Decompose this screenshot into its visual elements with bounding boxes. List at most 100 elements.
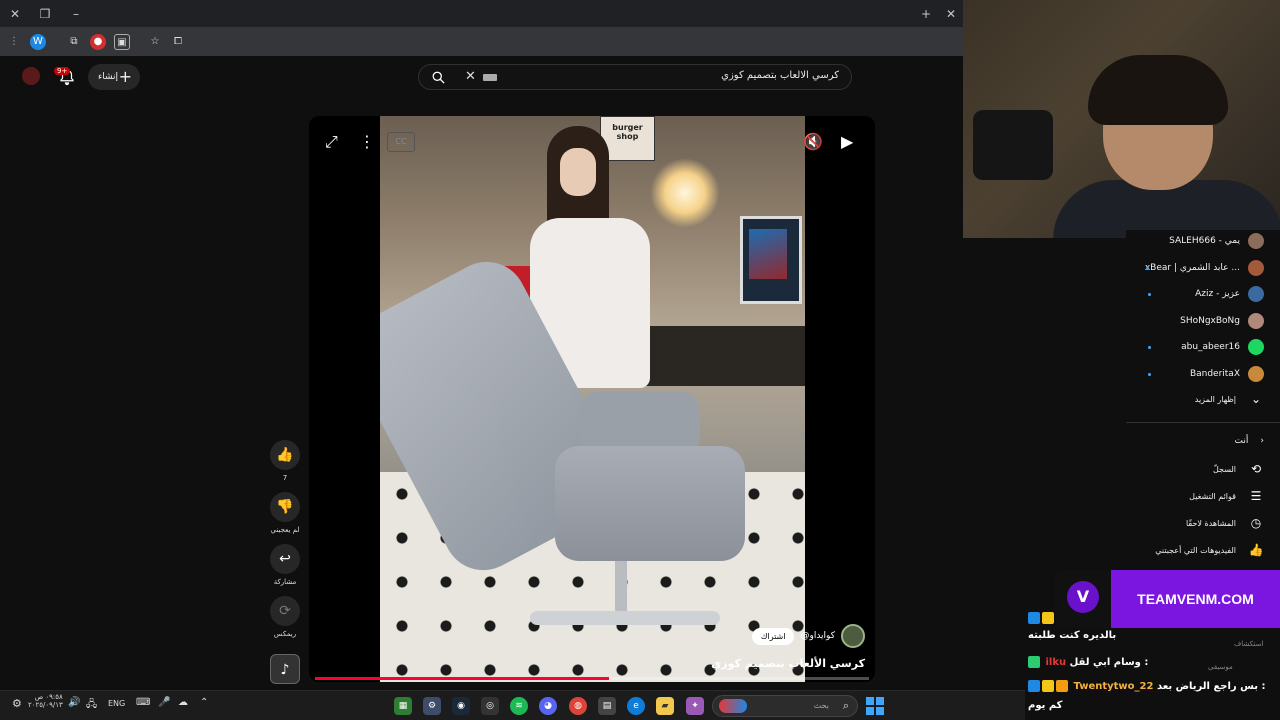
dislike-label: لم يعجبني bbox=[270, 526, 300, 534]
create-label: إنشاء bbox=[98, 72, 119, 82]
screenshot-extension-icon[interactable]: ▣ bbox=[114, 34, 130, 50]
subscription-avatar bbox=[1248, 259, 1264, 276]
store-icon[interactable]: ▤ bbox=[598, 697, 616, 715]
subscription-name: xBear | عابد الشمري ... bbox=[1144, 262, 1240, 273]
keyboard-icon[interactable]: ⌨ bbox=[136, 697, 150, 708]
steam-icon[interactable]: ◉ bbox=[452, 697, 470, 715]
you-section-header[interactable]: أنت › bbox=[1235, 436, 1264, 446]
play-icon[interactable]: ▶ bbox=[841, 132, 853, 151]
settings-gear-icon[interactable]: ⚙ bbox=[12, 697, 22, 710]
keyboard-icon[interactable] bbox=[483, 74, 497, 81]
sidebar-menu-item[interactable]: السجلّ ⟲ bbox=[1213, 462, 1264, 476]
taskbar-search-placeholder: بحث bbox=[813, 701, 829, 710]
remix-icon[interactable]: ⟳ bbox=[270, 596, 300, 626]
bookmark-star-icon[interactable]: ☆ bbox=[147, 34, 163, 50]
search-bar[interactable]: ✕ كرسي الالعاب بتصميم كوزي bbox=[418, 64, 852, 90]
close-window-icon[interactable]: ✕ bbox=[5, 4, 25, 24]
channel-avatar[interactable] bbox=[841, 624, 865, 648]
search-icon: ⌕ bbox=[842, 699, 849, 712]
sidebar-menu-item[interactable]: المشاهدة لاحقًا ◷ bbox=[1186, 516, 1264, 530]
record-extension-icon[interactable]: ● bbox=[90, 34, 106, 50]
minecraft-icon[interactable]: ▦ bbox=[394, 697, 412, 715]
sidebar-subscription[interactable]: SALEH666 - يمي bbox=[1169, 231, 1264, 251]
show-more-item[interactable]: إظهار المزيد ⌄ bbox=[1195, 392, 1264, 406]
sound-action[interactable]: ♪ bbox=[268, 654, 302, 684]
cloud-icon[interactable]: ☁ bbox=[178, 697, 188, 708]
file-explorer-icon[interactable]: ▰ bbox=[656, 697, 674, 715]
sidebar-menu-item[interactable]: قوائم التشغيل ☰ bbox=[1189, 489, 1264, 503]
video-title[interactable]: كرسي الألعاب بتصميم كوزي bbox=[711, 657, 865, 670]
channel-name[interactable]: @كوايداو bbox=[800, 631, 835, 641]
clear-search-icon[interactable]: ✕ bbox=[465, 69, 476, 84]
extensions-icon[interactable]: ⧉ bbox=[66, 34, 82, 50]
menu-item-icon: ⟲ bbox=[1250, 462, 1262, 476]
lamp-glow bbox=[650, 158, 720, 228]
captions-icon[interactable]: CC bbox=[387, 132, 415, 152]
search-icon[interactable] bbox=[431, 70, 446, 85]
badge-icon bbox=[1028, 656, 1040, 668]
browser-titlebar: ✕ ❐ – + ✕ bbox=[0, 0, 963, 27]
video-frame[interactable]: burger shop bbox=[380, 116, 805, 682]
dislike-action[interactable]: 👎 لم يعجبني bbox=[268, 492, 302, 534]
account-avatar[interactable] bbox=[22, 67, 40, 85]
mute-icon[interactable]: 🔇 bbox=[803, 132, 823, 151]
shorts-player[interactable]: burger shop ⤢ ⋮ CC 🔇 ▶ @كوايداو اشتراك ك… bbox=[309, 116, 875, 682]
minimize-window-icon[interactable]: – bbox=[66, 4, 86, 24]
clock[interactable]: ٠٩:٥٨ ص ٢٠٢٥/٠٩/١٣ bbox=[28, 693, 63, 709]
tray-chevron-icon[interactable]: ⌃ bbox=[200, 697, 208, 708]
w-extension-icon[interactable]: W bbox=[30, 34, 46, 50]
progress-bar[interactable] bbox=[315, 677, 869, 680]
windows-taskbar: ⚙ ٠٩:٥٨ ص ٢٠٢٥/٠٩/١٣ 🔊 🖧 ENG ⌨ 🎤 ☁ ⌃ ▦ ⚙… bbox=[0, 690, 1025, 720]
like-action[interactable]: 👍 7 bbox=[268, 440, 302, 482]
subscribe-button[interactable]: اشتراك bbox=[751, 627, 795, 645]
share-icon[interactable]: ↩ bbox=[270, 544, 300, 574]
language-indicator[interactable]: ENG bbox=[108, 699, 125, 708]
spotify-icon[interactable]: ≋ bbox=[510, 697, 528, 715]
sidebar-subscription[interactable]: SHoNgxBoNg bbox=[1180, 311, 1264, 331]
sidebar-subscription[interactable]: Aziz - عزيز bbox=[1195, 284, 1264, 304]
app-icon[interactable]: ✦ bbox=[686, 697, 704, 715]
more-options-icon[interactable]: ⋮ bbox=[359, 132, 375, 151]
cast-icon[interactable]: ⧠ bbox=[170, 34, 186, 50]
chat-message: كم يوم bbox=[1028, 700, 1063, 711]
search-input[interactable]: كرسي الالعاب بتصميم كوزي bbox=[721, 70, 839, 81]
thumbs-up-icon[interactable]: 👍 bbox=[270, 440, 300, 470]
sidebar-subscription[interactable]: xBear | عابد الشمري ... bbox=[1145, 258, 1264, 278]
channel-row: @كوايداو اشتراك bbox=[751, 624, 865, 648]
settings-app-icon[interactable]: ⚙ bbox=[423, 697, 441, 715]
sidebar-subscription[interactable]: BanderitaX bbox=[1190, 364, 1264, 384]
microphone-arm bbox=[973, 110, 1053, 180]
windows-start-icon[interactable] bbox=[866, 697, 884, 715]
subscription-avatar bbox=[1248, 233, 1264, 249]
network-icon[interactable]: 🖧 bbox=[86, 697, 97, 714]
create-button[interactable]: إنشاء + bbox=[88, 64, 140, 90]
volume-icon[interactable]: 🔊 bbox=[68, 697, 80, 708]
microphone-icon[interactable]: 🎤 bbox=[158, 697, 170, 708]
thumbs-down-icon[interactable]: 👎 bbox=[270, 492, 300, 522]
share-action[interactable]: ↩ مشاركة bbox=[268, 544, 302, 586]
menu-item-icon: 👍 bbox=[1248, 543, 1264, 557]
stream-brand-banner: TEAMVENM.COM bbox=[1055, 570, 1280, 628]
live-dot bbox=[1148, 346, 1151, 349]
taskbar-search[interactable]: بحث ⌕ bbox=[712, 695, 858, 717]
chrome-icon[interactable]: ◍ bbox=[569, 697, 587, 715]
subscription-name: SALEH666 - يمي bbox=[1169, 236, 1240, 246]
live-dot bbox=[1148, 293, 1151, 296]
close-tab-icon[interactable]: ✕ bbox=[941, 4, 961, 24]
sound-wave-icon[interactable]: ♪ bbox=[270, 654, 300, 684]
sidebar-subscription[interactable]: abu_abeer16 bbox=[1181, 337, 1264, 357]
live-dot bbox=[1148, 372, 1151, 376]
restore-window-icon[interactable]: ❐ bbox=[35, 4, 55, 24]
edge-icon[interactable]: e bbox=[627, 697, 645, 715]
remix-action[interactable]: ⟳ ريمكس bbox=[268, 596, 302, 638]
share-label: مشاركة bbox=[273, 578, 297, 586]
menu-item-icon: ◷ bbox=[1250, 516, 1262, 530]
chat-message: ilku وسام ابي لقل : bbox=[1028, 656, 1148, 668]
menu-dots-icon[interactable]: ⋮ bbox=[6, 34, 22, 50]
brand-text: TEAMVENM.COM bbox=[1111, 570, 1280, 628]
obs-icon[interactable]: ◎ bbox=[481, 697, 499, 715]
fullscreen-icon[interactable]: ⤢ bbox=[325, 132, 338, 152]
sidebar-menu-item[interactable]: الفيديوهات التي أعجبتني 👍 bbox=[1155, 543, 1264, 557]
new-tab-button[interactable]: + bbox=[916, 4, 936, 24]
discord-icon[interactable]: ◕ bbox=[539, 697, 557, 715]
